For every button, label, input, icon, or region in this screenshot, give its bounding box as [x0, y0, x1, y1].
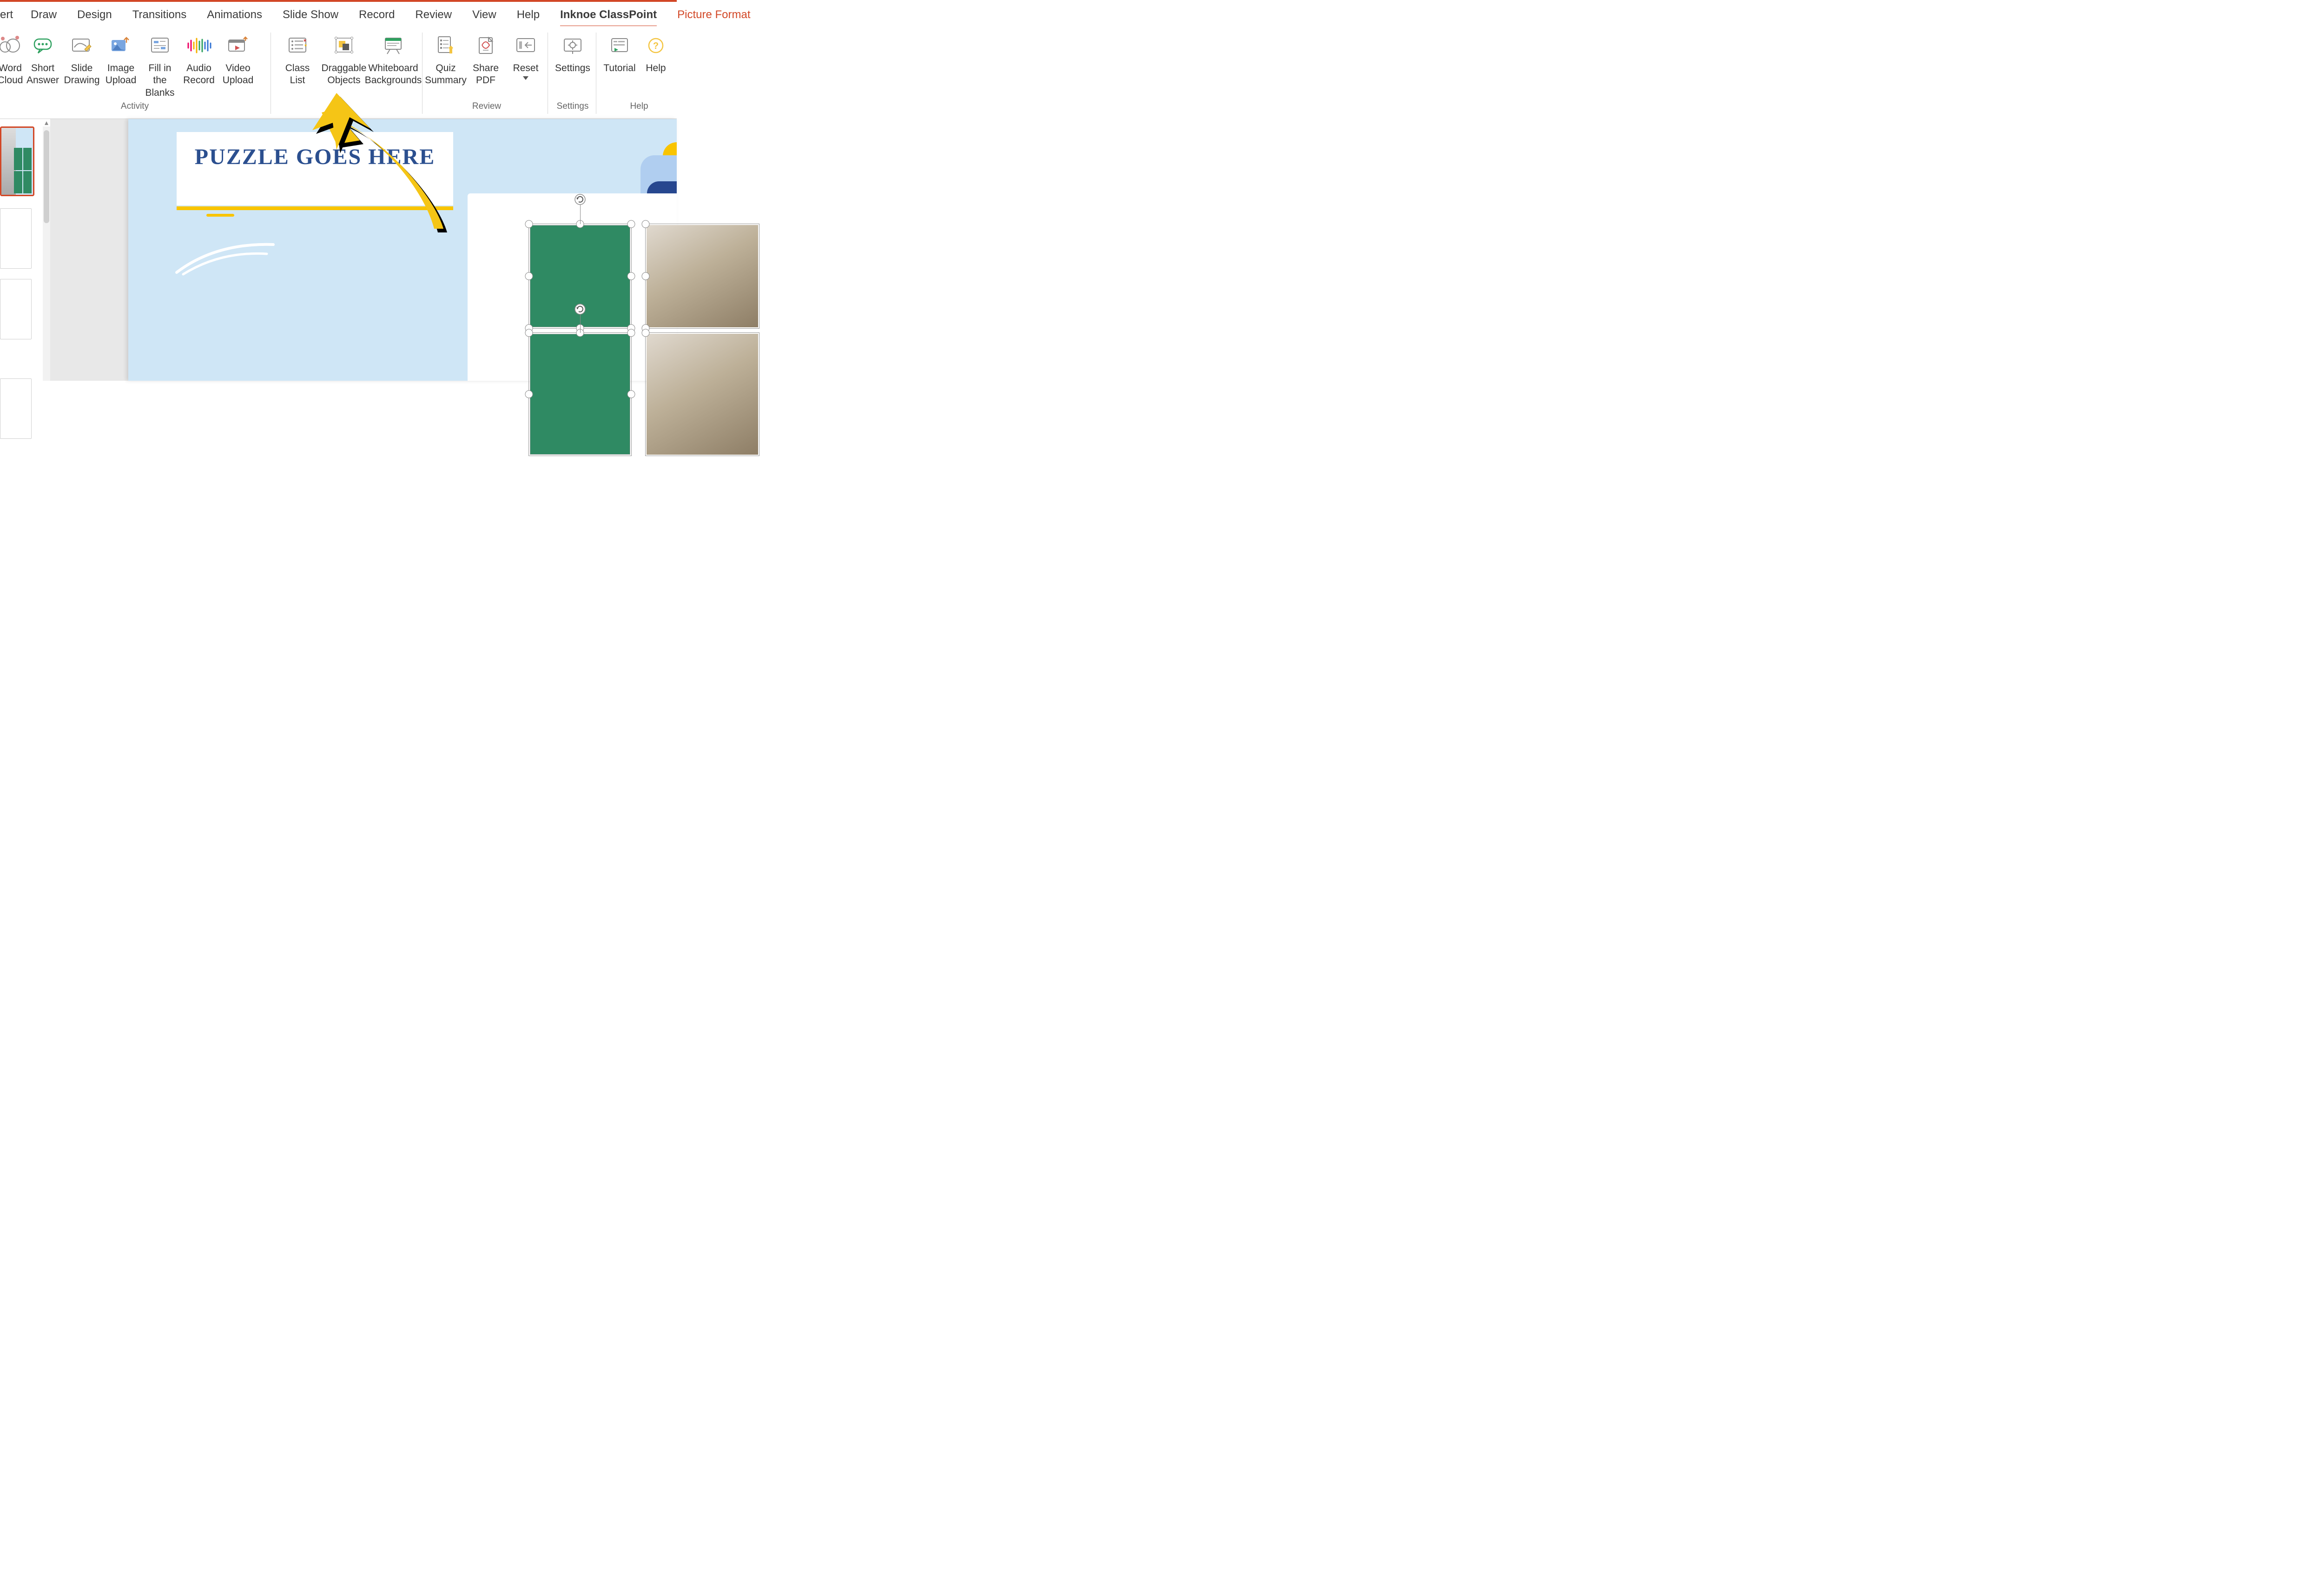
word-cloud-icon [0, 34, 21, 57]
ribbon-btn-label: Draggable Objects [322, 62, 367, 87]
rotate-handle-a1[interactable] [574, 193, 586, 205]
share-pdf-icon [476, 34, 495, 57]
ribbon-group-help: Tutorial ? Help Help [601, 26, 677, 114]
audio-record-button[interactable]: Audio Record [179, 34, 218, 87]
decorative-swoosh [174, 240, 276, 277]
tab-picture-format[interactable]: Picture Format [667, 8, 760, 24]
tab-slide-show[interactable]: Slide Show [272, 8, 349, 24]
help-button[interactable]: ? Help [638, 34, 674, 74]
ribbon-group-settings: Settings Settings [552, 26, 593, 114]
ribbon-btn-label: Image Upload [106, 62, 137, 87]
settings-icon [562, 34, 583, 57]
slide-thumbnail-3[interactable] [0, 279, 32, 339]
ribbon-group-label: Review [426, 101, 548, 114]
tutorial-icon [610, 34, 629, 57]
ribbon-btn-label: Share PDF [473, 62, 499, 87]
video-upload-icon [227, 34, 249, 57]
rotate-handle-line-a2 [580, 313, 581, 333]
scroll-up-icon[interactable]: ▴ [43, 119, 50, 126]
slide-title-underline-accent [206, 214, 234, 217]
share-pdf-button[interactable]: Share PDF [466, 34, 506, 87]
ribbon: Word Cloud Short Answer [0, 26, 677, 119]
ribbon-btn-label: Word Cloud [0, 62, 23, 87]
slide-title-text: PUZZLE GOES HERE [177, 145, 453, 170]
ribbon-group-label: Help [601, 101, 677, 114]
settings-button[interactable]: Settings [552, 34, 593, 74]
svg-text:★: ★ [304, 43, 307, 47]
tab-view[interactable]: View [462, 8, 507, 24]
ribbon-btn-label: Video Upload [223, 62, 254, 87]
tab-record[interactable]: Record [349, 8, 405, 24]
ribbon-separator [422, 33, 423, 114]
draggable-tile-b2[interactable] [647, 334, 758, 455]
class-list-button[interactable]: ★ Class List [274, 34, 321, 87]
fill-blanks-button[interactable]: Fill in the Blanks [140, 34, 179, 99]
image-upload-icon [110, 34, 132, 57]
whiteboard-backgrounds-button[interactable]: Whiteboard Backgrounds [367, 34, 419, 87]
help-icon: ? [647, 34, 665, 57]
ribbon-group-label [274, 112, 422, 114]
chevron-down-icon [523, 76, 528, 80]
video-upload-button[interactable]: Video Upload [218, 34, 257, 87]
slide-drawing-button[interactable]: Slide Drawing [62, 34, 101, 87]
tab-inknoe-classpoint[interactable]: Inknoe ClassPoint [550, 8, 667, 24]
quiz-summary-icon [436, 34, 456, 57]
rotate-handle-a2[interactable] [574, 303, 586, 315]
ribbon-btn-label: Slide Drawing [64, 62, 99, 87]
draggable-tile-a2[interactable] [530, 334, 630, 455]
class-list-icon: ★ [287, 34, 308, 57]
ribbon-btn-label: Settings [555, 62, 590, 74]
app-top-accent [0, 0, 677, 2]
ribbon-group-review: Quiz Summary Share PDF [426, 26, 548, 114]
slide-editor-stage: PUZZLE GOES HERE [50, 119, 677, 381]
slide-title-underline [177, 206, 453, 210]
slide-title-card[interactable]: PUZZLE GOES HERE [177, 132, 453, 205]
rotate-handle-line-a1 [580, 205, 581, 224]
image-upload-button[interactable]: Image Upload [101, 34, 140, 87]
word-cloud-button[interactable]: Word Cloud [0, 34, 23, 87]
tab-review[interactable]: Review [405, 8, 462, 24]
reset-button[interactable]: Reset [506, 34, 546, 80]
tab-draw[interactable]: Draw [20, 8, 67, 24]
tab-transitions[interactable]: Transitions [122, 8, 197, 24]
slide-drawing-icon [71, 34, 93, 57]
reset-icon [515, 34, 536, 57]
quiz-summary-button[interactable]: Quiz Summary [426, 34, 466, 87]
audio-record-icon [186, 34, 211, 57]
svg-text:?: ? [653, 41, 659, 51]
tab-help[interactable]: Help [507, 8, 550, 24]
ribbon-btn-label: Fill in the Blanks [143, 62, 177, 99]
ribbon-btn-label: Help [646, 62, 666, 74]
ribbon-group-activity: Word Cloud Short Answer [0, 26, 270, 114]
ribbon-group-slidetools: ★ Class List Draggable Objects [274, 26, 422, 114]
tab-insert-partial[interactable]: ert [0, 8, 20, 24]
ribbon-btn-label: Reset [513, 62, 539, 74]
menu-tab-bar: ert Draw Design Transitions Animations S… [0, 7, 761, 26]
thumbnail-scrollbar[interactable]: ▴ [43, 119, 50, 381]
slide-thumbnail-2[interactable] [0, 208, 32, 269]
tab-animations[interactable]: Animations [197, 8, 272, 24]
ribbon-group-label: Settings [552, 101, 593, 114]
slide-thumbnail-4[interactable] [0, 378, 32, 439]
slide-thumbnail-1[interactable] [0, 126, 34, 196]
ribbon-btn-label: Short Answer [26, 62, 59, 87]
short-answer-button[interactable]: Short Answer [23, 34, 62, 87]
ribbon-btn-label: Audio Record [183, 62, 215, 87]
draggable-tile-b1[interactable] [647, 225, 758, 327]
scroll-thumb[interactable] [44, 130, 49, 223]
tab-design[interactable]: Design [67, 8, 122, 24]
ribbon-btn-label: Class List [285, 62, 310, 87]
fill-blanks-icon [150, 34, 170, 57]
tutorial-button[interactable]: Tutorial [601, 34, 638, 74]
draggable-objects-button[interactable]: Draggable Objects [321, 34, 367, 87]
ribbon-group-label: Activity [0, 101, 270, 114]
slide-canvas[interactable]: PUZZLE GOES HERE [128, 119, 677, 381]
draggable-objects-icon [332, 34, 356, 57]
whiteboard-icon [383, 34, 404, 57]
ribbon-btn-label: Tutorial [603, 62, 635, 74]
slide-thumbnail-panel: ▴ [0, 119, 50, 381]
ribbon-btn-label: Quiz Summary [425, 62, 467, 87]
short-answer-icon [32, 34, 54, 57]
ribbon-btn-label: Whiteboard Backgrounds [365, 62, 422, 87]
